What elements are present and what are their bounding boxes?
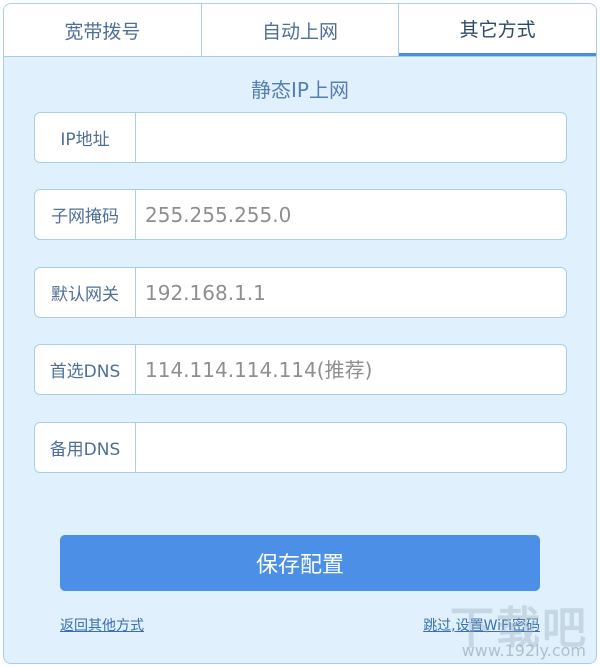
back-to-other-methods-link[interactable]: 返回其他方式 [60, 615, 144, 635]
ip-address-label: IP地址 [35, 113, 136, 162]
ip-address-input[interactable] [136, 113, 566, 162]
section-title: 静态IP上网 [251, 78, 349, 102]
primary-dns-field: 首选DNS [34, 344, 567, 395]
subnet-mask-input[interactable] [136, 190, 566, 239]
secondary-dns-field: 备用DNS [34, 422, 567, 473]
secondary-dns-label: 备用DNS [35, 423, 136, 472]
tab-other-methods[interactable]: 其它方式 [399, 4, 596, 56]
secondary-dns-input[interactable] [136, 423, 566, 472]
ip-address-field: IP地址 [34, 112, 567, 163]
subnet-mask-label: 子网掩码 [35, 190, 136, 239]
tab-broadband-dialup[interactable]: 宽带拨号 [4, 4, 202, 56]
tab-auto-connect[interactable]: 自动上网 [202, 4, 400, 56]
default-gateway-field: 默认网关 [34, 267, 567, 318]
watermark-url: www.192ly.com [461, 641, 586, 660]
save-config-button[interactable]: 保存配置 [60, 535, 540, 591]
primary-dns-input[interactable] [136, 345, 566, 394]
settings-panel: 宽带拨号 自动上网 其它方式 静态IP上网 IP地址 子网掩码 默认网关 首选D… [3, 3, 597, 664]
primary-dns-label: 首选DNS [35, 345, 136, 394]
skip-set-wifi-password-link[interactable]: 跳过,设置WiFi密码 [423, 615, 540, 635]
subnet-mask-field: 子网掩码 [34, 189, 567, 240]
default-gateway-label: 默认网关 [35, 268, 136, 317]
tab-bar: 宽带拨号 自动上网 其它方式 [4, 4, 596, 57]
default-gateway-input[interactable] [136, 268, 566, 317]
